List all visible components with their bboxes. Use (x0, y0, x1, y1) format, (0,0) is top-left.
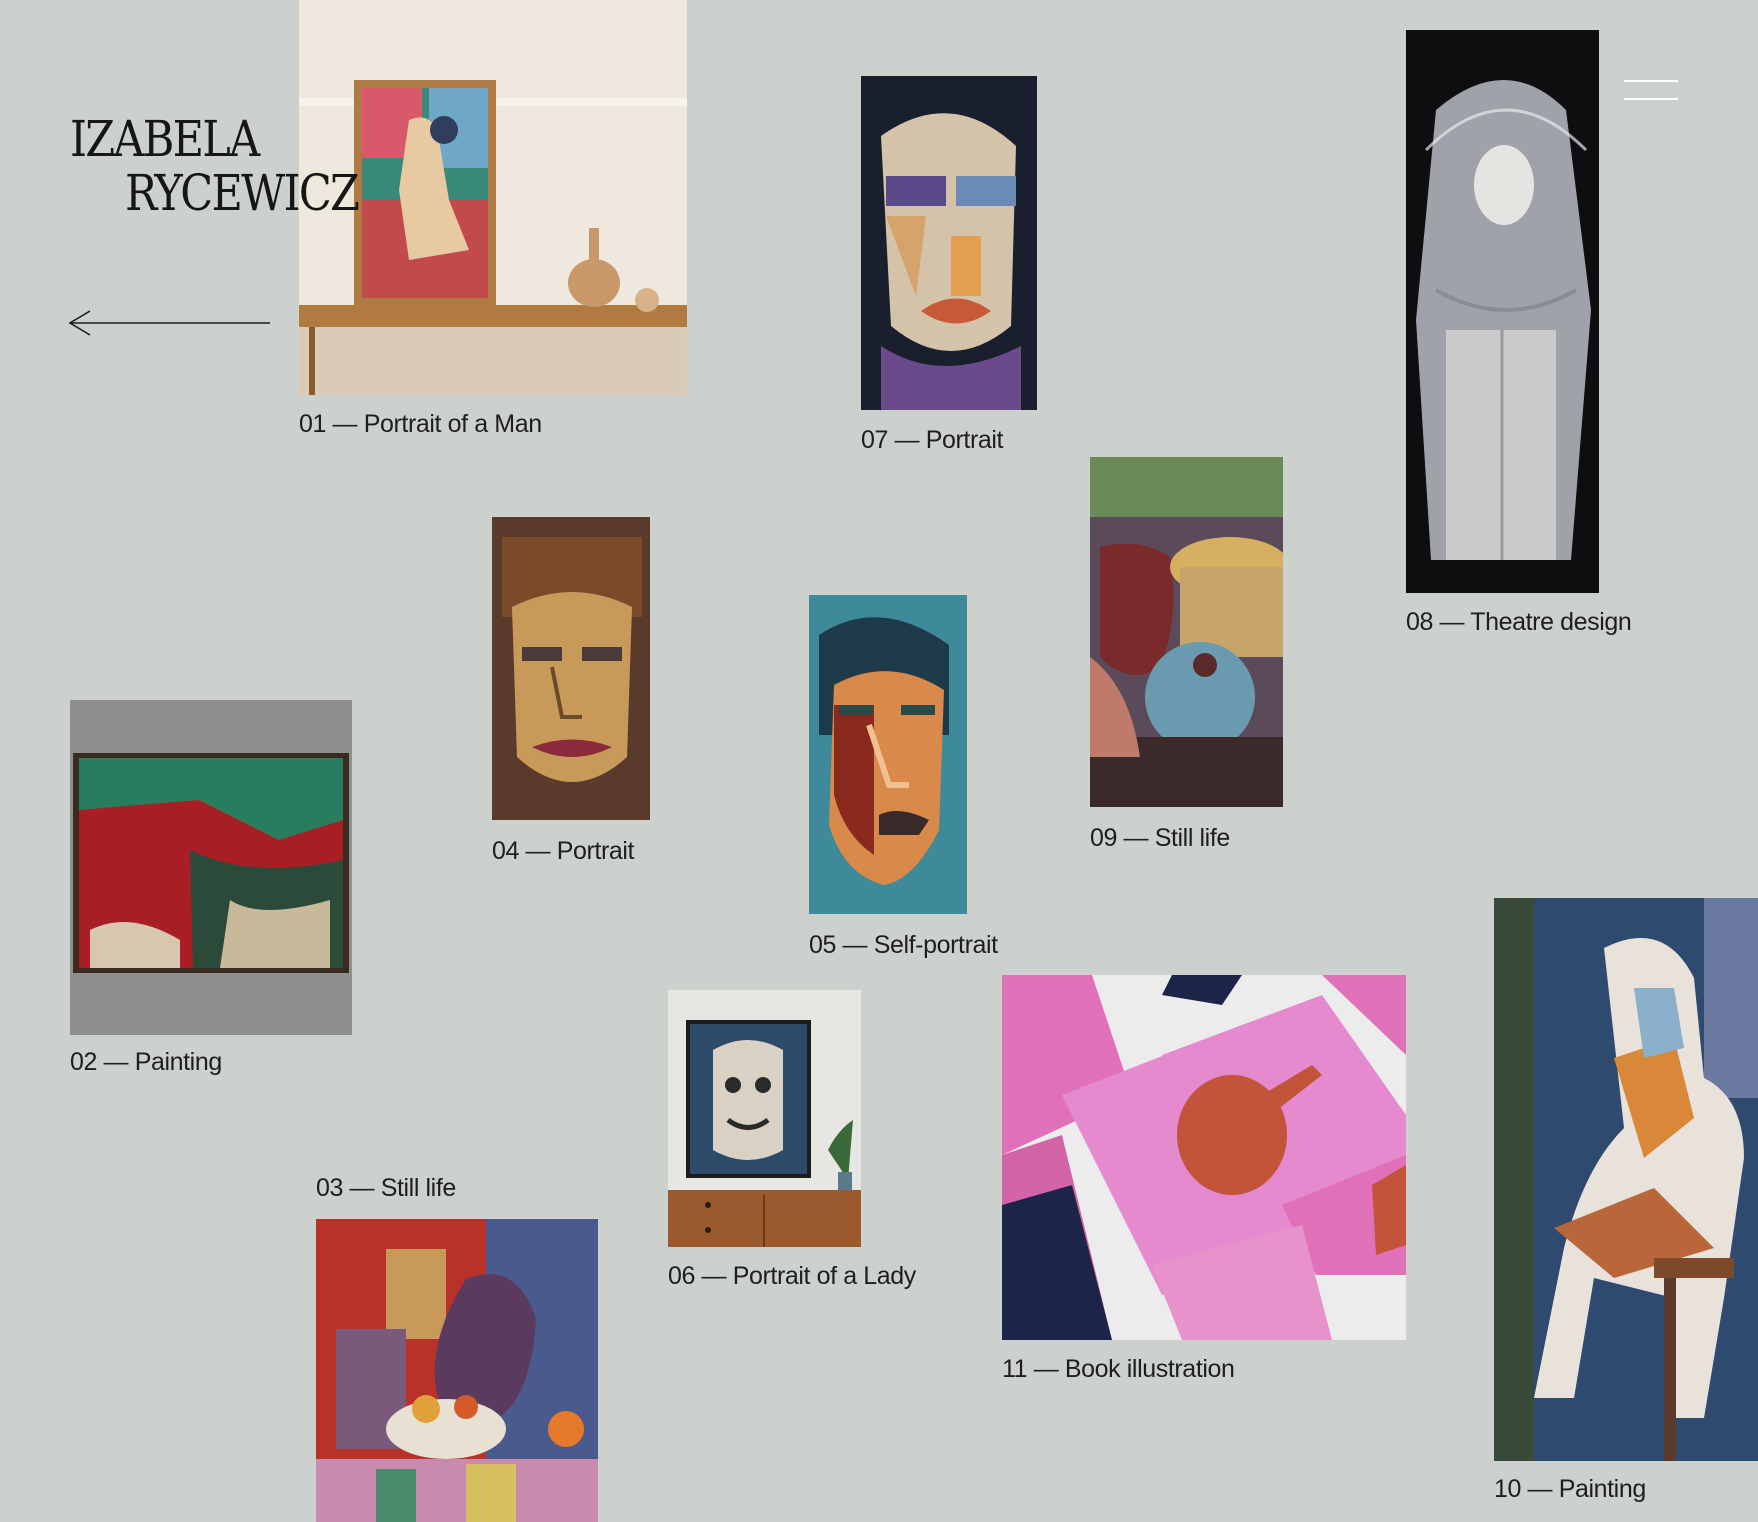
work-06-caption: 06 — Portrait of a Lady (668, 1262, 916, 1290)
work-09[interactable]: 09 — Still life (1090, 457, 1290, 857)
work-11[interactable]: 11 — Book illustration (1002, 975, 1406, 1395)
work-11-caption: 11 — Book illustration (1002, 1355, 1235, 1383)
work-02[interactable]: 02 — Painting (70, 700, 352, 1080)
work-03[interactable]: 03 — Still life (316, 1168, 598, 1522)
work-01[interactable]: 01 — Portrait of a Man (299, 0, 687, 445)
site-logo[interactable]: IZABELA RYCEWICZ (70, 110, 360, 222)
work-04-caption: 04 — Portrait (492, 837, 635, 865)
work-05-image[interactable] (809, 595, 967, 914)
logo-line-1: IZABELA (70, 110, 260, 168)
work-10[interactable]: 10 — Painting (1494, 898, 1758, 1522)
work-10-image[interactable] (1494, 898, 1758, 1461)
arrow-left-icon[interactable] (68, 308, 272, 343)
work-04[interactable]: 04 — Portrait (492, 517, 672, 869)
work-05[interactable]: 05 — Self-portrait (809, 595, 1019, 965)
work-02-caption: 02 — Painting (70, 1048, 222, 1076)
work-04-image[interactable] (492, 517, 650, 820)
work-05-caption: 05 — Self-portrait (809, 931, 998, 959)
work-11-image[interactable] (1002, 975, 1406, 1340)
work-08-image[interactable] (1406, 30, 1599, 593)
work-03-image[interactable] (316, 1219, 598, 1522)
work-10-caption: 10 — Painting (1494, 1475, 1646, 1503)
work-03-caption: 03 — Still life (316, 1174, 456, 1202)
work-07[interactable]: 07 — Portrait (861, 76, 1037, 461)
work-08-caption: 08 — Theatre design (1406, 608, 1632, 636)
work-08[interactable]: 08 — Theatre design (1406, 30, 1656, 645)
work-01-caption: 01 — Portrait of a Man (299, 410, 542, 438)
work-09-image[interactable] (1090, 457, 1283, 807)
work-02-image[interactable] (70, 700, 352, 1035)
work-06-image[interactable] (668, 990, 861, 1247)
work-07-caption: 07 — Portrait (861, 426, 1004, 454)
work-06[interactable]: 06 — Portrait of a Lady (668, 990, 938, 1295)
hamburger-menu-icon[interactable] (1624, 78, 1680, 104)
logo-line-2: RYCEWICZ (125, 164, 360, 222)
work-07-image[interactable] (861, 76, 1037, 410)
work-09-caption: 09 — Still life (1090, 824, 1230, 852)
